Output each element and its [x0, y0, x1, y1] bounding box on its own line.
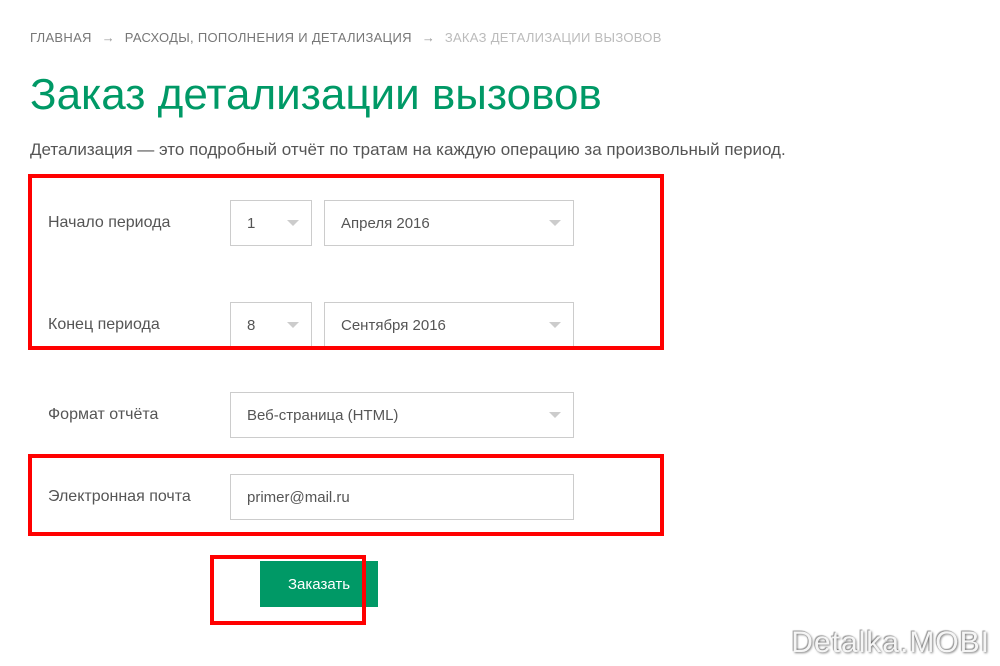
format-value: Веб-страница (HTML)	[247, 407, 398, 424]
email-row: Электронная почта	[30, 471, 970, 523]
chevron-down-icon	[287, 322, 299, 328]
breadcrumb-current: ЗАКАЗ ДЕТАЛИЗАЦИИ ВЫЗОВОВ	[445, 30, 662, 45]
start-month-value: Апреля 2016	[341, 215, 430, 232]
format-label: Формат отчёта	[30, 406, 230, 424]
chevron-down-icon	[549, 412, 561, 418]
start-period-label: Начало периода	[30, 214, 230, 232]
end-period-row: Конец периода 8 Сентября 2016	[30, 299, 970, 351]
watermark: Detalka.MOBI	[791, 626, 990, 660]
end-month-select[interactable]: Сентября 2016	[324, 302, 574, 348]
page-description: Детализация — это подробный отчёт по тра…	[30, 140, 970, 160]
breadcrumb: ГЛАВНАЯ → РАСХОДЫ, ПОПОЛНЕНИЯ И ДЕТАЛИЗА…	[30, 30, 970, 45]
end-day-select[interactable]: 8	[230, 302, 312, 348]
start-day-value: 1	[247, 215, 255, 232]
arrow-right-icon: →	[102, 30, 115, 45]
end-period-label: Конец периода	[30, 316, 230, 334]
end-month-value: Сентября 2016	[341, 317, 446, 334]
submit-button[interactable]: Заказать	[260, 561, 378, 607]
end-day-value: 8	[247, 317, 255, 334]
breadcrumb-section[interactable]: РАСХОДЫ, ПОПОЛНЕНИЯ И ДЕТАЛИЗАЦИЯ	[125, 30, 412, 45]
format-row: Формат отчёта Веб-страница (HTML)	[30, 389, 970, 441]
start-day-select[interactable]: 1	[230, 200, 312, 246]
page-title: Заказ детализации вызовов	[30, 70, 970, 120]
arrow-right-icon: →	[422, 30, 435, 45]
start-month-select[interactable]: Апреля 2016	[324, 200, 574, 246]
email-label: Электронная почта	[30, 488, 230, 506]
chevron-down-icon	[549, 220, 561, 226]
start-period-row: Начало периода 1 Апреля 2016	[30, 197, 970, 249]
chevron-down-icon	[287, 220, 299, 226]
email-input[interactable]	[230, 474, 574, 520]
chevron-down-icon	[549, 322, 561, 328]
breadcrumb-home[interactable]: ГЛАВНАЯ	[30, 30, 92, 45]
format-select[interactable]: Веб-страница (HTML)	[230, 392, 574, 438]
